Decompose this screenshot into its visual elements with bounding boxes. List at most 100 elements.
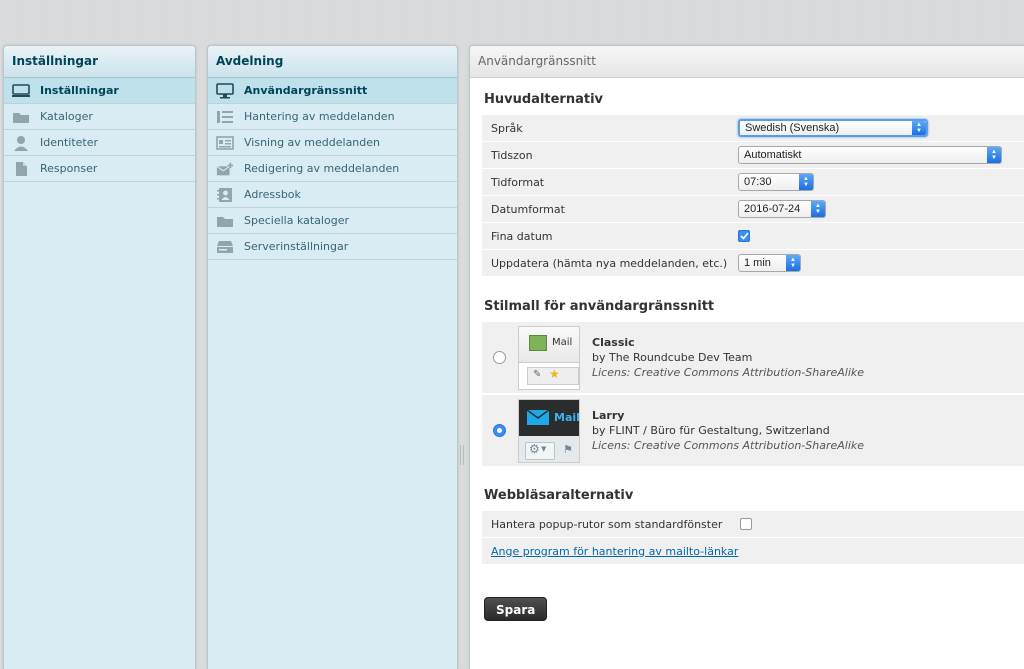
server-icon [216,239,234,255]
document-icon [12,161,30,177]
date-format-select[interactable]: 2016-07-24 ▲ ▼ [738,200,826,218]
chevron-updown-icon: ▲ ▼ [811,201,825,217]
refresh-label: Uppdatera (hämta nya meddelanden, etc.) [491,256,728,270]
timezone-row: Tidszon Automatiskt ▲ ▼ [482,142,1024,169]
message-view-icon [216,135,234,151]
pretty-dates-label: Fina datum [491,229,553,243]
timezone-select[interactable]: Automatiskt ▲ ▼ [738,146,1002,164]
main-options-title: Huvudalternativ [484,92,604,107]
timezone-value-cell: Automatiskt ▲ ▼ [738,146,1024,164]
skin-thumbnail-larry: Mail ⚙ ▼ ⚑ [518,398,580,463]
skin-license: Licens: Creative Commons Attribution-Sha… [592,366,865,379]
refresh-select[interactable]: 1 min ▲ ▼ [738,254,801,272]
timezone-label: Tidszon [491,148,533,162]
monitor-icon [12,83,30,99]
skin-option-classic[interactable]: Mail ✎ ★ Classic by The Roundcube Dev Te… [482,322,1024,395]
language-select[interactable]: Swedish (Svenska) ▲ ▼ [738,119,928,137]
panel-resize-handle[interactable] [460,445,466,465]
checkmark-icon [739,232,749,240]
skin-option-larry[interactable]: Mail ⚙ ▼ ⚑ Larry by FLINT / Büro für Ges… [482,395,1024,468]
refresh-select-value: 1 min [744,257,771,269]
mailto-cell: Ange program för hantering av mailto-län… [482,545,738,558]
settings-item-settings[interactable]: Inställningar [4,78,195,104]
section-item-label: Hantering av meddelanden [244,110,395,123]
settings-item-responses[interactable]: Responser [4,156,195,182]
skin-radio-larry[interactable] [493,424,506,437]
skin-thumbnail-label: Mail [552,336,573,348]
section-item-message-view[interactable]: Visning av meddelanden [208,130,457,156]
time-format-select-value: 07:30 [744,176,772,188]
skin-name: Classic [592,336,635,349]
skin-author: by FLINT / Büro für Gestaltung, Switzerl… [592,424,830,437]
time-format-row: Tidformat 07:30 ▲ ▼ [482,169,1024,196]
time-format-select[interactable]: 07:30 ▲ ▼ [738,173,814,191]
folder-icon [216,213,234,229]
pretty-dates-row: Fina datum [482,223,1024,250]
language-value-cell: Swedish (Svenska) ▲ ▼ [738,119,1024,137]
date-format-value-cell: 2016-07-24 ▲ ▼ [738,200,1024,218]
section-item-compose[interactable]: Redigering av meddelanden [208,156,457,182]
settings-item-folders[interactable]: Kataloger [4,104,195,130]
date-format-label: Datumformat [491,202,565,216]
time-format-value-cell: 07:30 ▲ ▼ [738,173,1024,191]
mailto-handler-link[interactable]: Ange program för hantering av mailto-län… [491,545,738,558]
save-button[interactable]: Spara [484,597,548,621]
envelope-icon [527,409,549,425]
section-item-label: Användargränssnitt [244,84,368,97]
section-item-user-interface[interactable]: Användargränssnitt [208,78,457,104]
refresh-value-cell: 1 min ▲ ▼ [738,254,1024,272]
folder-icon [12,109,30,125]
section-item-server[interactable]: Serverinställningar [208,234,457,260]
preferences-panel-header: Användargränssnitt [470,46,1024,78]
skin-thumbnail-label: Mail [554,410,580,424]
chevron-updown-icon: ▲ ▼ [987,147,1001,163]
chevron-updown-icon: ▲ ▼ [786,255,800,271]
settings-item-label: Kataloger [40,110,93,123]
section-panel: Avdelning Användargränssnitt Hantering a… [207,45,458,669]
section-panel-header: Avdelning [208,46,457,78]
skin-info-classic: Classic by The Roundcube Dev Team Licens… [592,335,864,380]
compose-icon [216,161,234,177]
section-item-label: Adressbok [244,188,301,201]
section-item-mailbox[interactable]: Hantering av meddelanden [208,104,457,130]
list-icon [216,109,234,125]
settings-panel-header: Inställningar [4,46,195,78]
pretty-dates-checkbox[interactable] [738,230,750,242]
section-item-label: Serverinställningar [244,240,349,253]
section-item-addressbook[interactable]: Adressbok [208,182,457,208]
date-format-select-value: 2016-07-24 [744,203,801,215]
preferences-panel: Användargränssnitt Huvudalternativ Språk… [469,45,1024,669]
settings-item-identities[interactable]: Identiteter [4,130,195,156]
popup-row: Hantera popup-rutor som standardfönster [482,511,1024,538]
chevron-updown-icon: ▲ ▼ [912,121,926,135]
browser-options-title: Webbläsaralternativ [484,488,634,503]
skin-author: by The Roundcube Dev Team [592,351,753,364]
monitor-icon [216,82,234,99]
preferences-content: Huvudalternativ Språk Swedish (Svenska) … [470,92,1024,621]
address-book-icon [216,187,234,203]
language-row: Språk Swedish (Svenska) ▲ ▼ [482,115,1024,142]
edit-icon: ✎ [533,368,542,380]
section-item-label: Speciella kataloger [244,214,349,227]
flag-icon: ⚑ [563,442,573,456]
settings-panel: Inställningar Inställningar Kataloger Id… [3,45,196,669]
mailto-row: Ange program för hantering av mailto-län… [482,538,1024,565]
language-label: Språk [491,121,523,135]
settings-item-label: Responser [40,162,98,175]
person-icon [12,135,30,151]
skin-thumbnail-classic: Mail ✎ ★ [518,325,580,390]
skin-license: Licens: Creative Commons Attribution-Sha… [592,439,865,452]
section-item-label: Redigering av meddelanden [244,162,400,175]
chevron-updown-icon: ▲ ▼ [799,174,813,190]
skin-info-larry: Larry by FLINT / Büro für Gestaltung, Sw… [592,408,864,453]
timezone-select-value: Automatiskt [744,149,802,161]
pretty-dates-value-cell [738,230,1024,242]
time-format-label: Tidformat [491,175,545,189]
skin-radio-classic[interactable] [493,351,506,364]
popup-checkbox[interactable] [740,518,752,530]
settings-item-label: Inställningar [40,84,119,97]
skin-title: Stilmall för användargränssnitt [484,299,715,314]
star-icon: ★ [549,366,560,381]
date-format-row: Datumformat 2016-07-24 ▲ ▼ [482,196,1024,223]
section-item-special-folders[interactable]: Speciella kataloger [208,208,457,234]
